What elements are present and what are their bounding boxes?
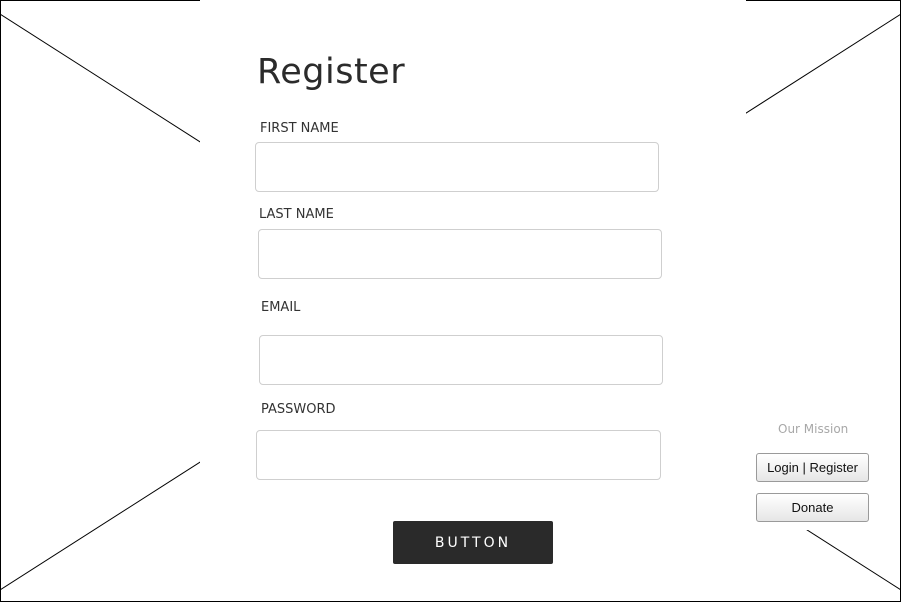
last-name-field[interactable] [258,229,662,279]
password-field[interactable] [256,430,661,480]
email-field[interactable] [259,335,663,385]
page-title: Register [257,52,406,92]
first-name-field[interactable] [255,142,659,192]
first-name-label: FIRST NAME [260,121,339,136]
our-mission-link[interactable]: Our Mission [778,422,848,436]
email-label: EMAIL [261,300,301,315]
wireframe-canvas: Register FIRST NAME LAST NAME EMAIL PASS… [0,0,901,614]
last-name-label: LAST NAME [259,207,334,222]
donate-button[interactable]: Donate [756,493,869,522]
login-register-button[interactable]: Login | Register [756,453,869,482]
password-label: PASSWORD [261,402,336,417]
submit-button[interactable]: BUTTON [393,521,553,564]
